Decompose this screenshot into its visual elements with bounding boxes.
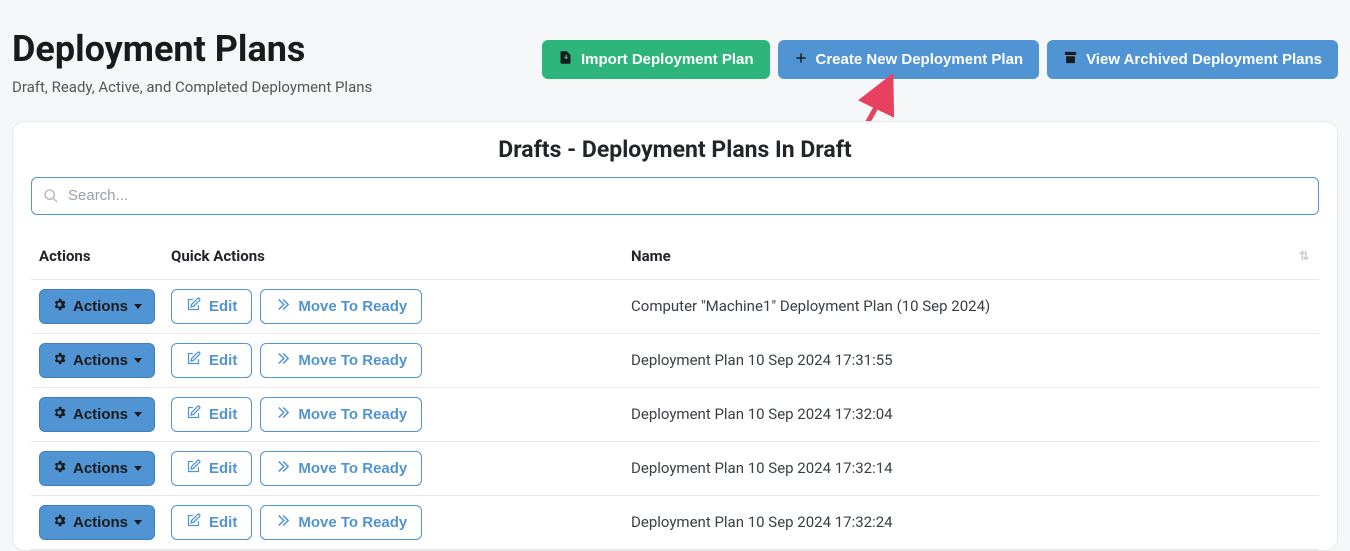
header-actions: Import Deployment Plan Create New Deploy… [542, 40, 1338, 79]
actions-dropdown-button[interactable]: Actions [39, 505, 155, 540]
plan-name-cell: Computer "Machine1" Deployment Plan (10 … [623, 279, 1319, 333]
plan-name-cell: Deployment Plan 10 Sep 2024 17:32:24 [623, 495, 1319, 549]
edit-button[interactable]: Edit [171, 505, 252, 540]
actions-dropdown-button[interactable]: Actions [39, 343, 155, 378]
actions-dropdown-button[interactable]: Actions [39, 397, 155, 432]
move-to-ready-button[interactable]: Move To Ready [260, 505, 422, 540]
edit-button[interactable]: Edit [171, 397, 252, 432]
edit-icon [186, 351, 201, 370]
edit-label: Edit [209, 406, 237, 423]
col-header-name-label: Name [631, 247, 671, 265]
edit-button[interactable]: Edit [171, 289, 252, 324]
table-row: Actions Edit Move To Ready Deployment Pl… [31, 495, 1319, 549]
double-chevron-right-icon [275, 513, 290, 532]
panel-title: Drafts - Deployment Plans In Draft [31, 136, 1319, 163]
drafts-panel: Drafts - Deployment Plans In Draft Actio… [12, 121, 1338, 551]
edit-icon [186, 459, 201, 478]
actions-label: Actions [73, 460, 128, 477]
edit-icon [186, 297, 201, 316]
edit-icon [186, 405, 201, 424]
gear-icon [52, 405, 67, 424]
caret-down-icon [134, 466, 142, 471]
double-chevron-right-icon [275, 459, 290, 478]
caret-down-icon [134, 520, 142, 525]
edit-label: Edit [209, 298, 237, 315]
archived-button[interactable]: View Archived Deployment Plans [1047, 40, 1338, 79]
create-label: Create New Deployment Plan [816, 51, 1024, 68]
plan-name-cell: Deployment Plan 10 Sep 2024 17:32:14 [623, 441, 1319, 495]
import-button[interactable]: Import Deployment Plan [542, 40, 770, 79]
archive-icon [1063, 50, 1078, 69]
create-button[interactable]: Create New Deployment Plan [778, 40, 1040, 79]
page-title: Deployment Plans [12, 30, 372, 70]
page-subtitle: Draft, Ready, Active, and Completed Depl… [12, 78, 372, 96]
actions-dropdown-button[interactable]: Actions [39, 451, 155, 486]
archived-label: View Archived Deployment Plans [1086, 51, 1322, 68]
drafts-table: Actions Quick Actions Name ⇅ Actions Edi… [31, 233, 1319, 550]
move-to-ready-button[interactable]: Move To Ready [260, 343, 422, 378]
edit-label: Edit [209, 352, 237, 369]
move-label: Move To Ready [298, 298, 407, 315]
move-label: Move To Ready [298, 460, 407, 477]
caret-down-icon [134, 358, 142, 363]
actions-label: Actions [73, 514, 128, 531]
gear-icon [52, 351, 67, 370]
move-to-ready-button[interactable]: Move To Ready [260, 289, 422, 324]
edit-button[interactable]: Edit [171, 343, 252, 378]
col-header-name[interactable]: Name ⇅ [623, 233, 1319, 280]
gear-icon [52, 459, 67, 478]
actions-label: Actions [73, 352, 128, 369]
plan-name-cell: Deployment Plan 10 Sep 2024 17:31:55 [623, 333, 1319, 387]
move-label: Move To Ready [298, 406, 407, 423]
table-row: Actions Edit Move To Ready Deployment Pl… [31, 441, 1319, 495]
move-to-ready-button[interactable]: Move To Ready [260, 451, 422, 486]
caret-down-icon [134, 304, 142, 309]
table-row: Actions Edit Move To Ready Deployment Pl… [31, 333, 1319, 387]
move-label: Move To Ready [298, 514, 407, 531]
edit-label: Edit [209, 514, 237, 531]
move-to-ready-button[interactable]: Move To Ready [260, 397, 422, 432]
actions-dropdown-button[interactable]: Actions [39, 289, 155, 324]
gear-icon [52, 513, 67, 532]
plus-icon [794, 51, 808, 69]
import-label: Import Deployment Plan [581, 51, 754, 68]
edit-button[interactable]: Edit [171, 451, 252, 486]
plan-name-cell: Deployment Plan 10 Sep 2024 17:32:04 [623, 387, 1319, 441]
double-chevron-right-icon [275, 351, 290, 370]
move-label: Move To Ready [298, 352, 407, 369]
edit-label: Edit [209, 460, 237, 477]
sort-icon: ⇅ [1299, 249, 1309, 263]
double-chevron-right-icon [275, 405, 290, 424]
table-row: Actions Edit Move To Ready Computer "Mac… [31, 279, 1319, 333]
double-chevron-right-icon [275, 297, 290, 316]
caret-down-icon [134, 412, 142, 417]
col-header-quick: Quick Actions [163, 233, 623, 280]
file-import-icon [558, 50, 573, 69]
actions-label: Actions [73, 298, 128, 315]
edit-icon [186, 513, 201, 532]
search-input[interactable] [31, 177, 1319, 215]
gear-icon [52, 297, 67, 316]
actions-label: Actions [73, 406, 128, 423]
col-header-actions: Actions [31, 233, 163, 280]
table-row: Actions Edit Move To Ready Deployment Pl… [31, 387, 1319, 441]
